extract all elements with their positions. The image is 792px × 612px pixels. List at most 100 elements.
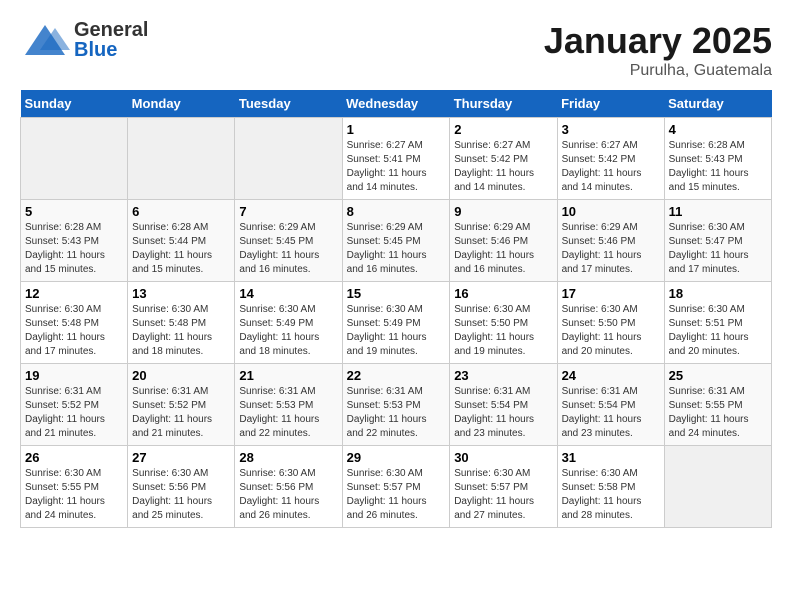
- day-number: 22: [347, 368, 446, 383]
- calendar-week-row: 26 Sunrise: 6:30 AMSunset: 5:55 PMDayligh…: [21, 446, 772, 528]
- day-info: Sunrise: 6:30 AMSunset: 5:47 PMDaylight:…: [669, 221, 767, 277]
- calendar-cell: 8Sunrise: 6:29 AMSunset: 5:45 PMDaylight…: [342, 200, 450, 282]
- day-info: Sunrise: 6:31 AMSunset: 5:55 PMDaylight:…: [669, 385, 767, 441]
- calendar-cell: 16 Sunrise: 6:30 AMSunset: 5:50 PMDayligh…: [450, 282, 557, 364]
- title-block: January 2025 Purulha, Guatemala: [544, 20, 772, 80]
- calendar-cell: 18 Sunrise: 6:30 AMSunset: 5:51 PMDayligh…: [664, 282, 771, 364]
- day-info: Sunrise: 6:28 AMSunset: 5:43 PMDaylight:…: [669, 139, 767, 195]
- logo-general: General: [74, 20, 148, 40]
- weekday-header: Tuesday: [235, 90, 342, 118]
- calendar-cell: [235, 118, 342, 200]
- calendar-cell: 31 Sunrise: 6:30 AMSunset: 5:58 PMDayligh…: [557, 446, 664, 528]
- day-number: 18: [669, 286, 767, 301]
- weekday-header-row: SundayMondayTuesdayWednesdayThursdayFrid…: [21, 90, 772, 118]
- day-number: 23: [454, 368, 552, 383]
- day-info: Sunrise: 6:27 AMSunset: 5:41 PMDaylight:…: [347, 139, 446, 195]
- weekday-header: Monday: [128, 90, 235, 118]
- calendar-cell: 22 Sunrise: 6:31 AMSunset: 5:53 PMDayligh…: [342, 364, 450, 446]
- day-number: 26: [25, 450, 123, 465]
- calendar-cell: 27 Sunrise: 6:30 AMSunset: 5:56 PMDayligh…: [128, 446, 235, 528]
- page-header: General Blue January 2025 Purulha, Guate…: [20, 20, 772, 80]
- day-info: Sunrise: 6:29 AMSunset: 5:45 PMDaylight:…: [239, 221, 337, 277]
- calendar-cell: [664, 446, 771, 528]
- day-info: Sunrise: 6:30 AMSunset: 5:49 PMDaylight:…: [239, 303, 337, 359]
- day-info: Sunrise: 6:31 AMSunset: 5:54 PMDaylight:…: [454, 385, 552, 441]
- day-number: 24: [562, 368, 660, 383]
- calendar-cell: 26 Sunrise: 6:30 AMSunset: 5:55 PMDayligh…: [21, 446, 128, 528]
- day-number: 7: [239, 204, 337, 219]
- calendar-cell: 21 Sunrise: 6:31 AMSunset: 5:53 PMDayligh…: [235, 364, 342, 446]
- day-info: Sunrise: 6:31 AMSunset: 5:54 PMDaylight:…: [562, 385, 660, 441]
- day-number: 16: [454, 286, 552, 301]
- day-info: Sunrise: 6:31 AMSunset: 5:53 PMDaylight:…: [347, 385, 446, 441]
- day-info: Sunrise: 6:30 AMSunset: 5:55 PMDaylight:…: [25, 467, 123, 523]
- logo-icon: [20, 20, 70, 60]
- day-info: Sunrise: 6:31 AMSunset: 5:52 PMDaylight:…: [25, 385, 123, 441]
- day-number: 2: [454, 122, 552, 137]
- calendar-week-row: 19Sunrise: 6:31 AMSunset: 5:52 PMDayligh…: [21, 364, 772, 446]
- calendar-cell: 9 Sunrise: 6:29 AMSunset: 5:46 PMDaylight…: [450, 200, 557, 282]
- calendar-cell: 15Sunrise: 6:30 AMSunset: 5:49 PMDayligh…: [342, 282, 450, 364]
- calendar-cell: 28 Sunrise: 6:30 AMSunset: 5:56 PMDayligh…: [235, 446, 342, 528]
- day-info: Sunrise: 6:30 AMSunset: 5:57 PMDaylight:…: [454, 467, 552, 523]
- calendar-cell: 23 Sunrise: 6:31 AMSunset: 5:54 PMDayligh…: [450, 364, 557, 446]
- calendar-cell: 12 Sunrise: 6:30 AMSunset: 5:48 PMDayligh…: [21, 282, 128, 364]
- calendar-cell: 24 Sunrise: 6:31 AMSunset: 5:54 PMDayligh…: [557, 364, 664, 446]
- day-number: 9: [454, 204, 552, 219]
- day-info: Sunrise: 6:30 AMSunset: 5:51 PMDaylight:…: [669, 303, 767, 359]
- day-number: 14: [239, 286, 337, 301]
- calendar-cell: 14 Sunrise: 6:30 AMSunset: 5:49 PMDayligh…: [235, 282, 342, 364]
- weekday-header: Friday: [557, 90, 664, 118]
- calendar-cell: 3 Sunrise: 6:27 AMSunset: 5:42 PMDaylight…: [557, 118, 664, 200]
- day-info: Sunrise: 6:30 AMSunset: 5:50 PMDaylight:…: [562, 303, 660, 359]
- day-info: Sunrise: 6:29 AMSunset: 5:46 PMDaylight:…: [562, 221, 660, 277]
- calendar-cell: [21, 118, 128, 200]
- day-number: 27: [132, 450, 230, 465]
- day-info: Sunrise: 6:30 AMSunset: 5:48 PMDaylight:…: [25, 303, 123, 359]
- location-subtitle: Purulha, Guatemala: [544, 62, 772, 80]
- day-number: 3: [562, 122, 660, 137]
- day-info: Sunrise: 6:30 AMSunset: 5:49 PMDaylight:…: [347, 303, 446, 359]
- day-number: 21: [239, 368, 337, 383]
- calendar-cell: 19Sunrise: 6:31 AMSunset: 5:52 PMDayligh…: [21, 364, 128, 446]
- day-info: Sunrise: 6:31 AMSunset: 5:53 PMDaylight:…: [239, 385, 337, 441]
- calendar-table: SundayMondayTuesdayWednesdayThursdayFrid…: [20, 90, 772, 528]
- day-number: 20: [132, 368, 230, 383]
- day-number: 12: [25, 286, 123, 301]
- calendar-cell: 6 Sunrise: 6:28 AMSunset: 5:44 PMDaylight…: [128, 200, 235, 282]
- day-number: 6: [132, 204, 230, 219]
- day-info: Sunrise: 6:29 AMSunset: 5:46 PMDaylight:…: [454, 221, 552, 277]
- calendar-cell: 10 Sunrise: 6:29 AMSunset: 5:46 PMDayligh…: [557, 200, 664, 282]
- day-info: Sunrise: 6:27 AMSunset: 5:42 PMDaylight:…: [562, 139, 660, 195]
- day-info: Sunrise: 6:28 AMSunset: 5:43 PMDaylight:…: [25, 221, 123, 277]
- calendar-cell: 1 Sunrise: 6:27 AMSunset: 5:41 PMDaylight…: [342, 118, 450, 200]
- day-info: Sunrise: 6:30 AMSunset: 5:50 PMDaylight:…: [454, 303, 552, 359]
- logo-blue: Blue: [74, 40, 148, 60]
- day-number: 13: [132, 286, 230, 301]
- day-info: Sunrise: 6:28 AMSunset: 5:44 PMDaylight:…: [132, 221, 230, 277]
- logo: General Blue: [20, 20, 148, 60]
- calendar-cell: 20Sunrise: 6:31 AMSunset: 5:52 PMDayligh…: [128, 364, 235, 446]
- day-info: Sunrise: 6:30 AMSunset: 5:57 PMDaylight:…: [347, 467, 446, 523]
- day-info: Sunrise: 6:30 AMSunset: 5:58 PMDaylight:…: [562, 467, 660, 523]
- day-info: Sunrise: 6:29 AMSunset: 5:45 PMDaylight:…: [347, 221, 446, 277]
- day-number: 17: [562, 286, 660, 301]
- calendar-cell: 29Sunrise: 6:30 AMSunset: 5:57 PMDayligh…: [342, 446, 450, 528]
- calendar-week-row: 1 Sunrise: 6:27 AMSunset: 5:41 PMDaylight…: [21, 118, 772, 200]
- day-number: 4: [669, 122, 767, 137]
- month-title: January 2025: [544, 20, 772, 62]
- day-number: 10: [562, 204, 660, 219]
- calendar-cell: 13Sunrise: 6:30 AMSunset: 5:48 PMDayligh…: [128, 282, 235, 364]
- weekday-header: Sunday: [21, 90, 128, 118]
- day-number: 25: [669, 368, 767, 383]
- calendar-cell: 7 Sunrise: 6:29 AMSunset: 5:45 PMDaylight…: [235, 200, 342, 282]
- logo-text: General Blue: [74, 20, 148, 60]
- day-number: 1: [347, 122, 446, 137]
- day-number: 28: [239, 450, 337, 465]
- day-number: 5: [25, 204, 123, 219]
- weekday-header: Saturday: [664, 90, 771, 118]
- day-info: Sunrise: 6:30 AMSunset: 5:56 PMDaylight:…: [239, 467, 337, 523]
- day-info: Sunrise: 6:30 AMSunset: 5:56 PMDaylight:…: [132, 467, 230, 523]
- day-number: 31: [562, 450, 660, 465]
- calendar-cell: 11Sunrise: 6:30 AMSunset: 5:47 PMDayligh…: [664, 200, 771, 282]
